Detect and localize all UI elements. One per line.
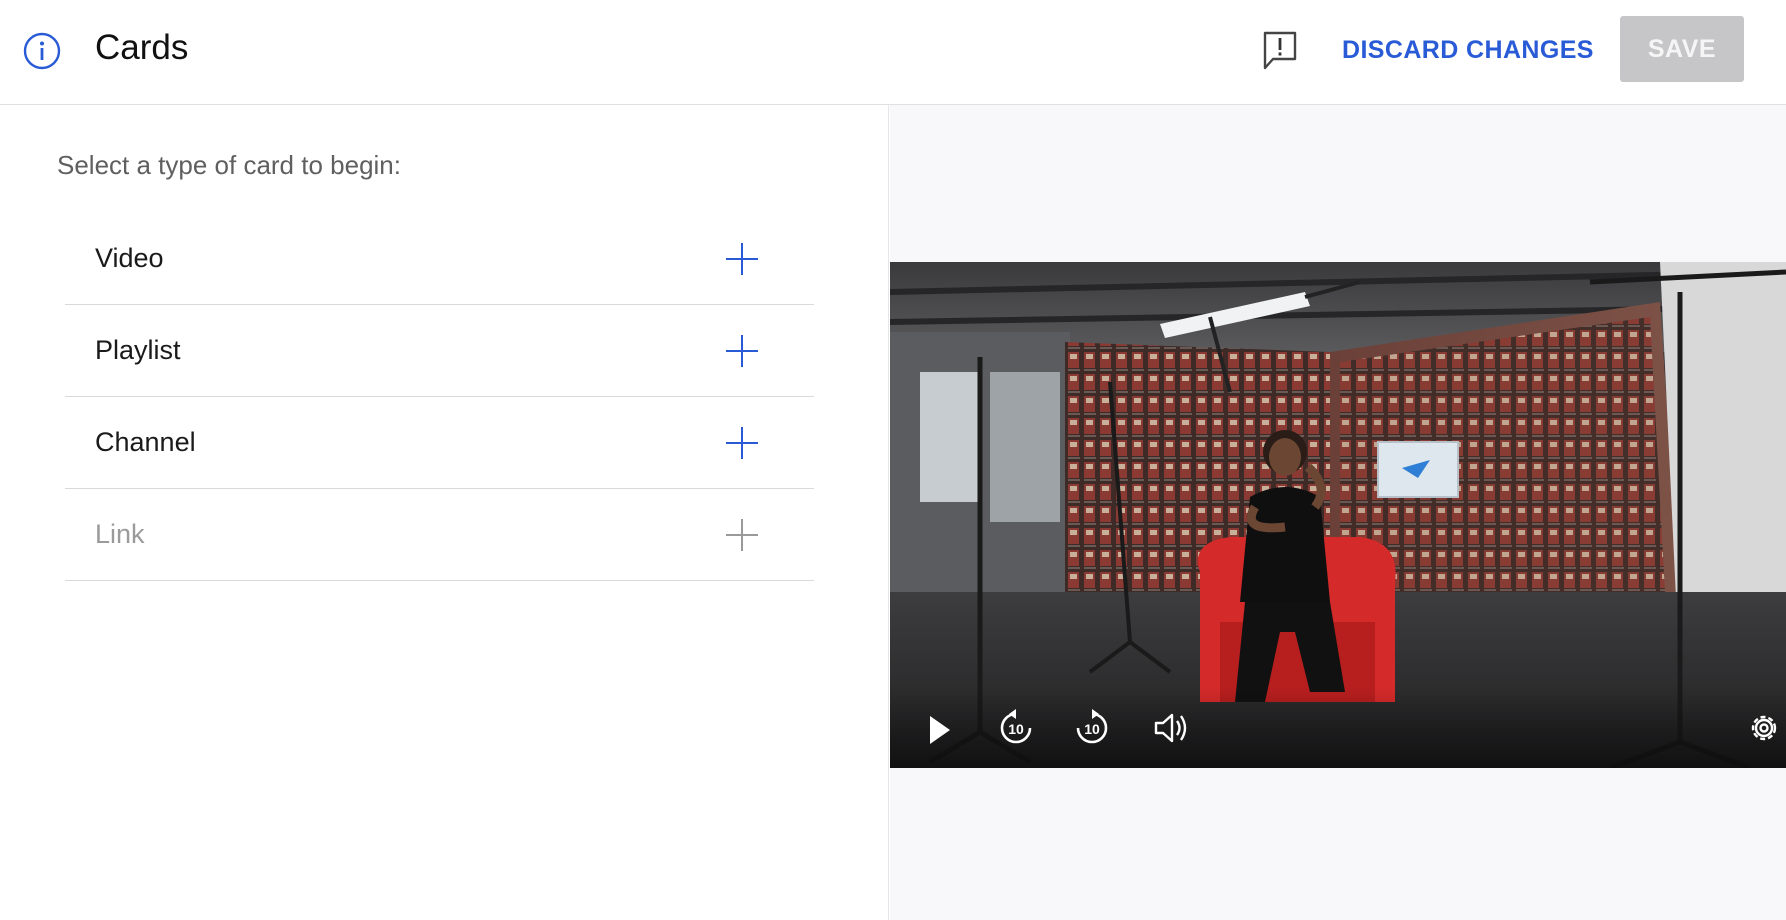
- preview-panel: 10 10: [890, 105, 1786, 920]
- card-type-label: Video: [95, 243, 164, 273]
- card-type-label: Channel: [95, 427, 196, 457]
- card-type-label: Link: [95, 519, 145, 549]
- feedback-icon[interactable]: [1262, 30, 1298, 72]
- save-button[interactable]: SAVE: [1620, 16, 1744, 82]
- rewind-seconds-label: 10: [1008, 721, 1024, 737]
- settings-icon[interactable]: [1746, 710, 1782, 746]
- card-type-panel: Select a type of card to begin: Video Pl…: [0, 105, 889, 920]
- header-bar: Cards DISCARD CHANGES SAVE: [0, 0, 1786, 105]
- rewind-10-icon[interactable]: 10: [996, 708, 1036, 748]
- volume-icon[interactable]: [1152, 710, 1192, 746]
- plus-icon[interactable]: [725, 426, 759, 460]
- page-title: Cards: [95, 28, 189, 67]
- discard-changes-button[interactable]: DISCARD CHANGES: [1330, 22, 1606, 78]
- play-icon[interactable]: [926, 712, 954, 748]
- card-type-list: Video Playlist Channel Link: [65, 213, 814, 581]
- forward-seconds-label: 10: [1084, 721, 1100, 737]
- player-controls: 10 10: [890, 688, 1786, 768]
- info-icon[interactable]: [22, 31, 62, 71]
- card-type-playlist[interactable]: Playlist: [65, 305, 814, 397]
- card-type-label: Playlist: [95, 335, 181, 365]
- video-player[interactable]: 10 10: [890, 262, 1786, 768]
- cards-editor: Cards DISCARD CHANGES SAVE Select a type…: [0, 0, 1786, 920]
- forward-10-icon[interactable]: 10: [1072, 708, 1112, 748]
- card-type-video[interactable]: Video: [65, 213, 814, 305]
- card-type-prompt: Select a type of card to begin:: [57, 150, 401, 180]
- plus-icon[interactable]: [725, 518, 759, 552]
- plus-icon[interactable]: [725, 334, 759, 368]
- card-type-channel[interactable]: Channel: [65, 397, 814, 489]
- card-type-link[interactable]: Link: [65, 489, 814, 581]
- plus-icon[interactable]: [725, 242, 759, 276]
